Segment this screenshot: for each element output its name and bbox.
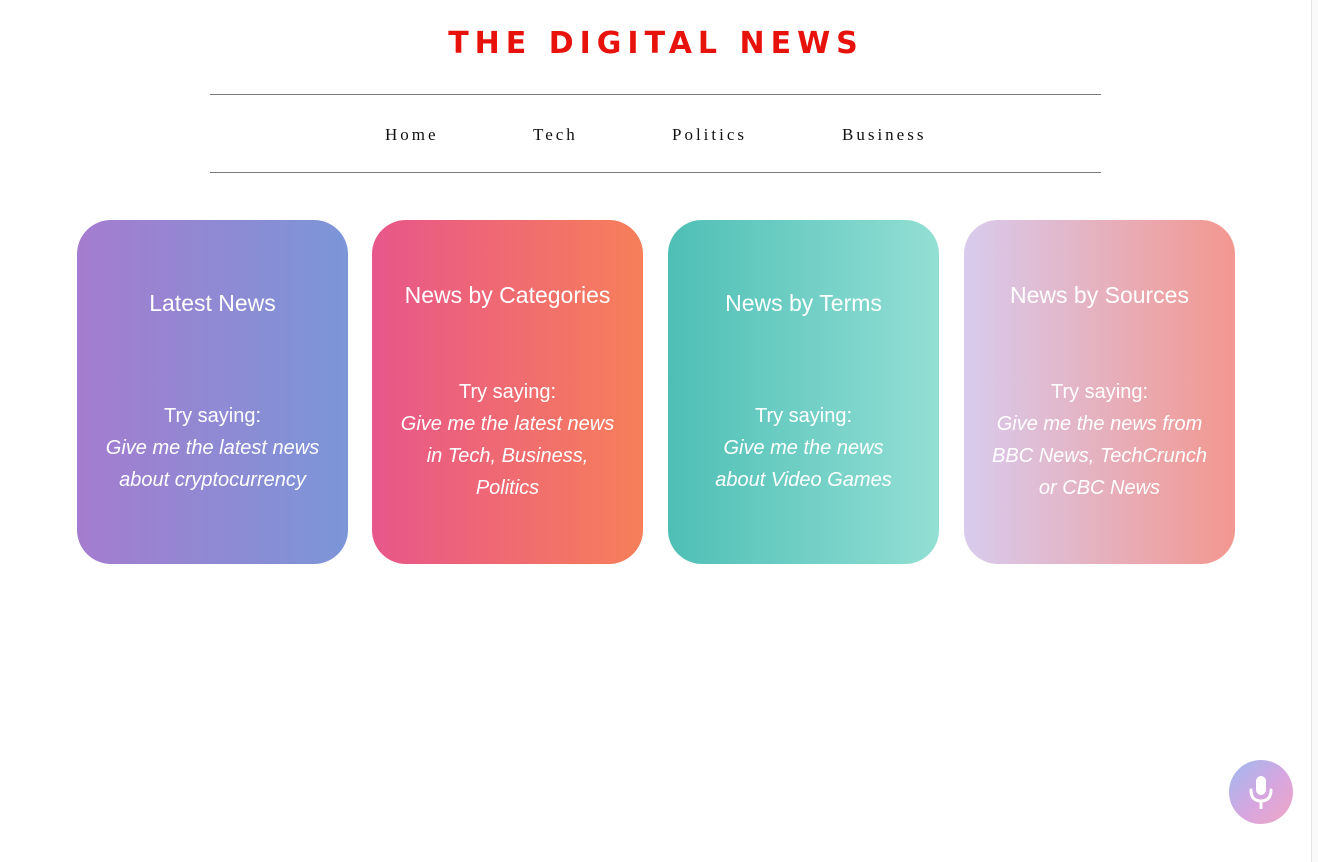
try-saying-label: Try saying: xyxy=(163,405,262,427)
nav-item-business[interactable]: Business xyxy=(842,125,926,145)
news-page: THE DIGITAL NEWS Home Tech Politics Busi… xyxy=(0,0,1318,862)
card-title: News by Sources xyxy=(1010,282,1189,308)
nav-item-home[interactable]: Home xyxy=(385,125,439,145)
example-line: Give me the news xyxy=(723,437,884,459)
card-prompt: Try saying: Give me the latest news in T… xyxy=(372,376,643,504)
card-latest-news: Latest News Try saying: Give me the late… xyxy=(77,220,348,564)
scrollbar-track[interactable] xyxy=(1311,0,1318,862)
example-line: or CBC News xyxy=(1038,477,1161,499)
example-line: BBC News, TechCrunch xyxy=(992,445,1207,467)
nav-bar: Home Tech Politics Business xyxy=(210,94,1101,173)
example-line: Give me the latest news xyxy=(400,413,615,435)
example-line: Give me the latest news xyxy=(105,437,320,459)
voice-assistant-button[interactable] xyxy=(1229,760,1293,824)
microphone-icon xyxy=(1249,776,1273,809)
example-line: Give me the news from xyxy=(996,413,1203,435)
card-news-by-terms: News by Terms Try saying: Give me the ne… xyxy=(668,220,939,564)
card-news-by-categories: News by Categories Try saying: Give me t… xyxy=(372,220,643,564)
try-saying-label: Try saying: xyxy=(1050,381,1149,403)
try-saying-label: Try saying: xyxy=(754,405,853,427)
card-news-by-sources: News by Sources Try saying: Give me the … xyxy=(964,220,1235,564)
card-prompt: Try saying: Give me the news from BBC Ne… xyxy=(964,376,1235,504)
card-title: Latest News xyxy=(149,290,276,316)
try-saying-label: Try saying: xyxy=(458,381,557,403)
example-line: about cryptocurrency xyxy=(119,469,306,491)
example-line: about Video Games xyxy=(715,469,892,491)
site-title: THE DIGITAL NEWS xyxy=(448,26,864,61)
example-line: Politics xyxy=(475,477,540,499)
nav-item-politics[interactable]: Politics xyxy=(672,125,747,145)
card-prompt: Try saying: Give me the latest news abou… xyxy=(77,400,348,496)
card-title: News by Terms xyxy=(725,290,882,316)
card-title: News by Categories xyxy=(404,282,611,308)
example-line: in Tech, Business, xyxy=(426,445,589,467)
card-prompt: Try saying: Give me the news about Video… xyxy=(668,400,939,496)
nav-item-tech[interactable]: Tech xyxy=(533,125,578,145)
